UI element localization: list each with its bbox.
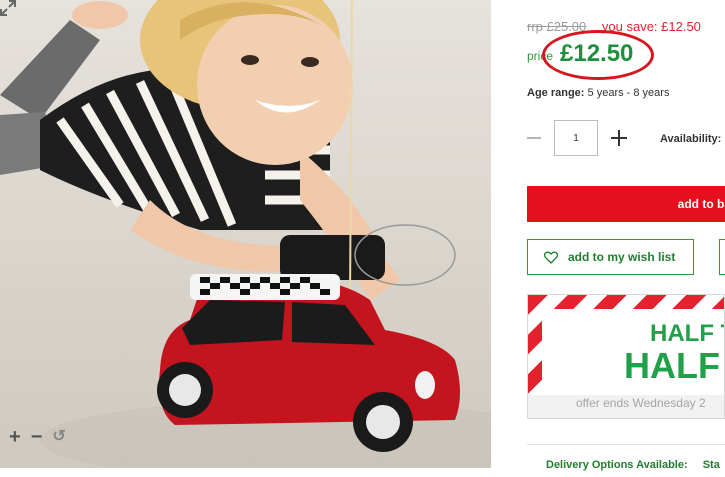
decrease-quantity-button[interactable] — [527, 128, 541, 148]
availability-label: Availability: — [660, 133, 722, 145]
increase-quantity-button[interactable] — [611, 128, 627, 148]
delivery-options: Delivery Options Available: Sta — [546, 459, 720, 471]
add-to-basket-button[interactable]: add to ba — [527, 186, 725, 222]
delivery-value: Sta — [702, 459, 720, 471]
image-zoom-controls: + − ↺ — [9, 427, 66, 447]
promo-offer-end: offer ends Wednesday 2 — [528, 395, 724, 418]
price-highlight-circle — [542, 30, 654, 80]
add-to-wishlist-button[interactable]: add to my wish list — [527, 239, 694, 275]
product-image[interactable]: + − ↺ — [0, 0, 491, 468]
wishlist-label: add to my wish list — [568, 250, 676, 264]
age-range: Age range: 5 years - 8 years — [527, 87, 669, 99]
add-to-basket-label: add to ba — [677, 197, 725, 211]
zoom-in-icon[interactable]: + — [9, 427, 21, 447]
age-range-label: Age range: — [527, 87, 585, 99]
expand-icon[interactable] — [0, 0, 16, 16]
quantity-stepper: Availability: — [527, 120, 725, 156]
promo-headline-1: HALF T — [650, 320, 724, 347]
promo-stripe-top — [528, 295, 724, 309]
delivery-label: Delivery Options Available: — [546, 459, 688, 471]
zoom-out-icon[interactable]: − — [31, 427, 43, 447]
product-info: rrp £25.00 you save: £12.50 price £12.50… — [527, 0, 725, 477]
product-photo — [0, 0, 491, 468]
quantity-input[interactable] — [554, 120, 598, 156]
secondary-action-button[interactable] — [719, 239, 725, 275]
divider — [527, 444, 725, 445]
heart-icon — [544, 251, 558, 264]
promo-stripe-left — [528, 295, 542, 395]
promo-headline-2: HALF — [624, 345, 720, 386]
rotate-icon[interactable]: ↺ — [52, 428, 65, 446]
age-range-value: 5 years - 8 years — [587, 87, 670, 99]
promo-banner[interactable]: HALF T HALF offer ends Wednesday 2 — [527, 294, 725, 419]
